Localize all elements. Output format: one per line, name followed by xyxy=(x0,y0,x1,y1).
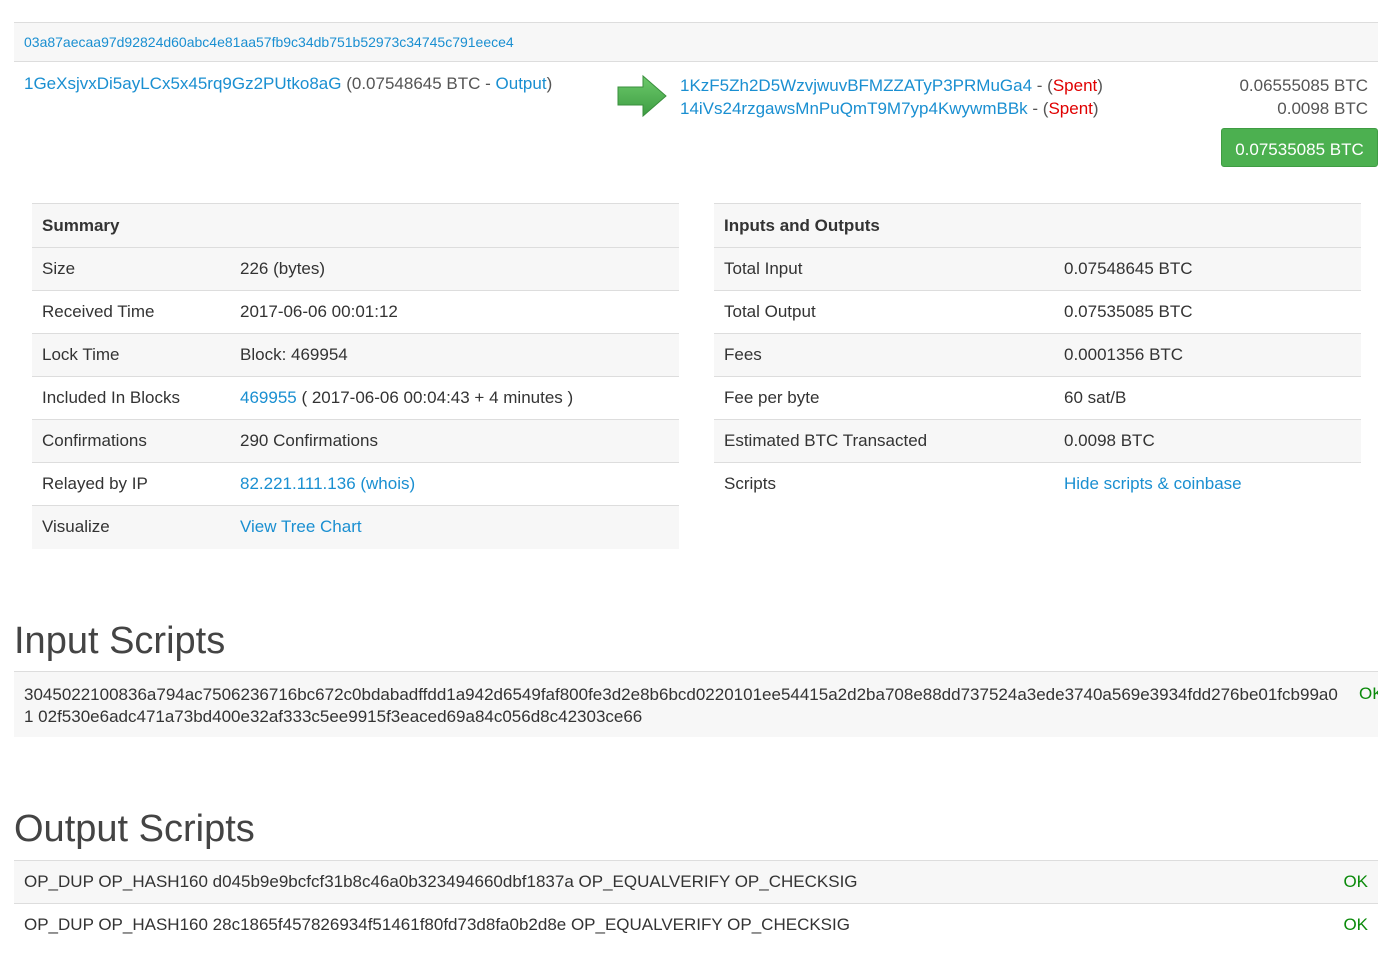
input-address-link[interactable]: 1GeXsjvxDi5ayLCx5x45rq9Gz2PUtko8aG xyxy=(24,74,341,93)
input-output-link[interactable]: Output xyxy=(496,74,547,93)
view-tree-chart-link[interactable]: View Tree Chart xyxy=(240,517,362,536)
fees-value: 0.0001356 BTC xyxy=(1054,333,1361,377)
fee-per-byte-value: 60 sat/B xyxy=(1054,376,1361,420)
output-scripts-heading: Output Scripts xyxy=(14,808,255,850)
size-value: 226 (bytes) xyxy=(230,247,679,291)
tx-input: 1GeXsjvxDi5ayLCx5x45rq9Gz2PUtko8aG (0.07… xyxy=(24,74,552,94)
table-row: Fee per byte 60 sat/B xyxy=(714,376,1361,420)
table-row: Fees 0.0001356 BTC xyxy=(714,333,1361,377)
estimated-btc-value: 0.0098 BTC xyxy=(1054,419,1361,463)
received-time-label: Received Time xyxy=(32,290,230,334)
size-label: Size xyxy=(32,247,230,291)
output-amounts: 0.06555085 BTC 0.0098 BTC xyxy=(1239,74,1368,120)
output-close-paren: ) xyxy=(1097,76,1103,95)
output-separator: - ( xyxy=(1032,76,1053,95)
block-time: ( 2017-06-06 00:04:43 + 4 minutes ) xyxy=(296,388,574,407)
table-row: Included In Blocks 469955 ( 2017-06-06 0… xyxy=(32,376,679,420)
output-script-text: OP_DUP OP_HASH160 d045b9e9bcfcf31b8c46a0… xyxy=(24,872,858,891)
input-script-status: OK xyxy=(1359,684,1378,703)
summary-table: Summary Size 226 (bytes) Received Time 2… xyxy=(32,203,679,549)
total-output-value: 0.07535085 BTC xyxy=(1054,290,1361,334)
output-script-text: OP_DUP OP_HASH160 28c1865f457826934f5146… xyxy=(24,915,850,934)
arrow-right-icon xyxy=(617,74,667,118)
output-spent-link[interactable]: Spent xyxy=(1048,99,1092,118)
fee-per-byte-label: Fee per byte xyxy=(714,376,1054,420)
output-script-status: OK xyxy=(1343,872,1368,891)
table-row: Received Time 2017-06-06 00:01:12 xyxy=(32,290,679,334)
output-script-row: OP_DUP OP_HASH160 28c1865f457826934f5146… xyxy=(14,903,1378,946)
tx-outputs: 1KzF5Zh2D5WzvjwuvBFMZZATyP3PRMuGa4 - (Sp… xyxy=(680,74,1103,120)
table-row: Lock Time Block: 469954 xyxy=(32,333,679,377)
output-separator: - ( xyxy=(1027,99,1049,118)
output-item: 1KzF5Zh2D5WzvjwuvBFMZZATyP3PRMuGa4 - (Sp… xyxy=(680,74,1103,97)
inputs-outputs-table: Inputs and Outputs Total Input 0.0754864… xyxy=(714,203,1361,506)
visualize-value: View Tree Chart xyxy=(230,505,679,549)
output-close-paren: ) xyxy=(1092,99,1099,118)
transaction-overview: 03a87aecaa97d92824d60abc4e81aa57fb9c34db… xyxy=(14,22,1378,175)
input-script-text: 3045022100836a794ac7506236716bc672c0bdab… xyxy=(24,685,1338,726)
relayed-by-ip-value: 82.221.111.136 (whois) xyxy=(230,462,679,506)
input-close-paren: ) xyxy=(546,74,553,93)
lock-time-label: Lock Time xyxy=(32,333,230,377)
hide-scripts-link[interactable]: Hide scripts & coinbase xyxy=(1064,474,1242,493)
input-script-row: 3045022100836a794ac7506236716bc672c0bdab… xyxy=(14,671,1378,737)
fees-label: Fees xyxy=(714,333,1054,377)
tx-hash-row: 03a87aecaa97d92824d60abc4e81aa57fb9c34db… xyxy=(14,22,1378,62)
table-row: Size 226 (bytes) xyxy=(32,247,679,291)
input-amount: (0.07548645 BTC - xyxy=(346,74,496,93)
estimated-btc-label: Estimated BTC Transacted xyxy=(714,419,1054,463)
scripts-value: Hide scripts & coinbase xyxy=(1054,462,1361,506)
block-link[interactable]: 469955 xyxy=(240,388,297,407)
total-output-label: Total Output xyxy=(714,290,1054,334)
output-spent-link[interactable]: Spent xyxy=(1053,76,1097,95)
relayed-by-ip-label: Relayed by IP xyxy=(32,462,230,506)
table-row: Total Output 0.07535085 BTC xyxy=(714,290,1361,334)
confirmations-value: 290 Confirmations xyxy=(230,419,679,463)
summary-title: Summary xyxy=(32,203,679,248)
confirmations-label: Confirmations xyxy=(32,419,230,463)
included-in-blocks-value: 469955 ( 2017-06-06 00:04:43 + 4 minutes… xyxy=(230,376,679,420)
visualize-label: Visualize xyxy=(32,505,230,549)
table-row: Total Input 0.07548645 BTC xyxy=(714,247,1361,291)
output-amount: 0.0098 BTC xyxy=(1277,99,1368,118)
scripts-label: Scripts xyxy=(714,462,1054,506)
output-address-link[interactable]: 1KzF5Zh2D5WzvjwuvBFMZZATyP3PRMuGa4 xyxy=(680,76,1032,95)
relayed-ip-link[interactable]: 82.221.111.136 (whois) xyxy=(240,474,415,493)
lock-time-value: Block: 469954 xyxy=(230,333,679,377)
table-row: Confirmations 290 Confirmations xyxy=(32,419,679,463)
output-script-row: OP_DUP OP_HASH160 d045b9e9bcfcf31b8c46a0… xyxy=(14,860,1378,903)
table-row: Visualize View Tree Chart xyxy=(32,505,679,549)
received-time-value: 2017-06-06 00:01:12 xyxy=(230,290,679,334)
total-amount-button[interactable]: 0.07535085 BTC xyxy=(1221,128,1378,167)
output-address-link[interactable]: 14iVs24rzgawsMnPuQmT9M7yp4KwywmBBk xyxy=(680,99,1028,118)
output-script-status: OK xyxy=(1343,915,1368,934)
total-input-value: 0.07548645 BTC xyxy=(1054,247,1361,291)
output-amount: 0.06555085 BTC xyxy=(1239,76,1368,95)
total-input-label: Total Input xyxy=(714,247,1054,291)
included-in-blocks-label: Included In Blocks xyxy=(32,376,230,420)
inputs-outputs-title: Inputs and Outputs xyxy=(714,203,1361,248)
input-scripts-heading: Input Scripts xyxy=(14,620,226,662)
table-row: Estimated BTC Transacted 0.0098 BTC xyxy=(714,419,1361,463)
output-item: 14iVs24rzgawsMnPuQmT9M7yp4KwywmBBk - (Sp… xyxy=(680,97,1103,120)
table-row: Relayed by IP 82.221.111.136 (whois) xyxy=(32,462,679,506)
table-row: Scripts Hide scripts & coinbase xyxy=(714,462,1361,506)
tx-hash-link[interactable]: 03a87aecaa97d92824d60abc4e81aa57fb9c34db… xyxy=(24,34,514,50)
